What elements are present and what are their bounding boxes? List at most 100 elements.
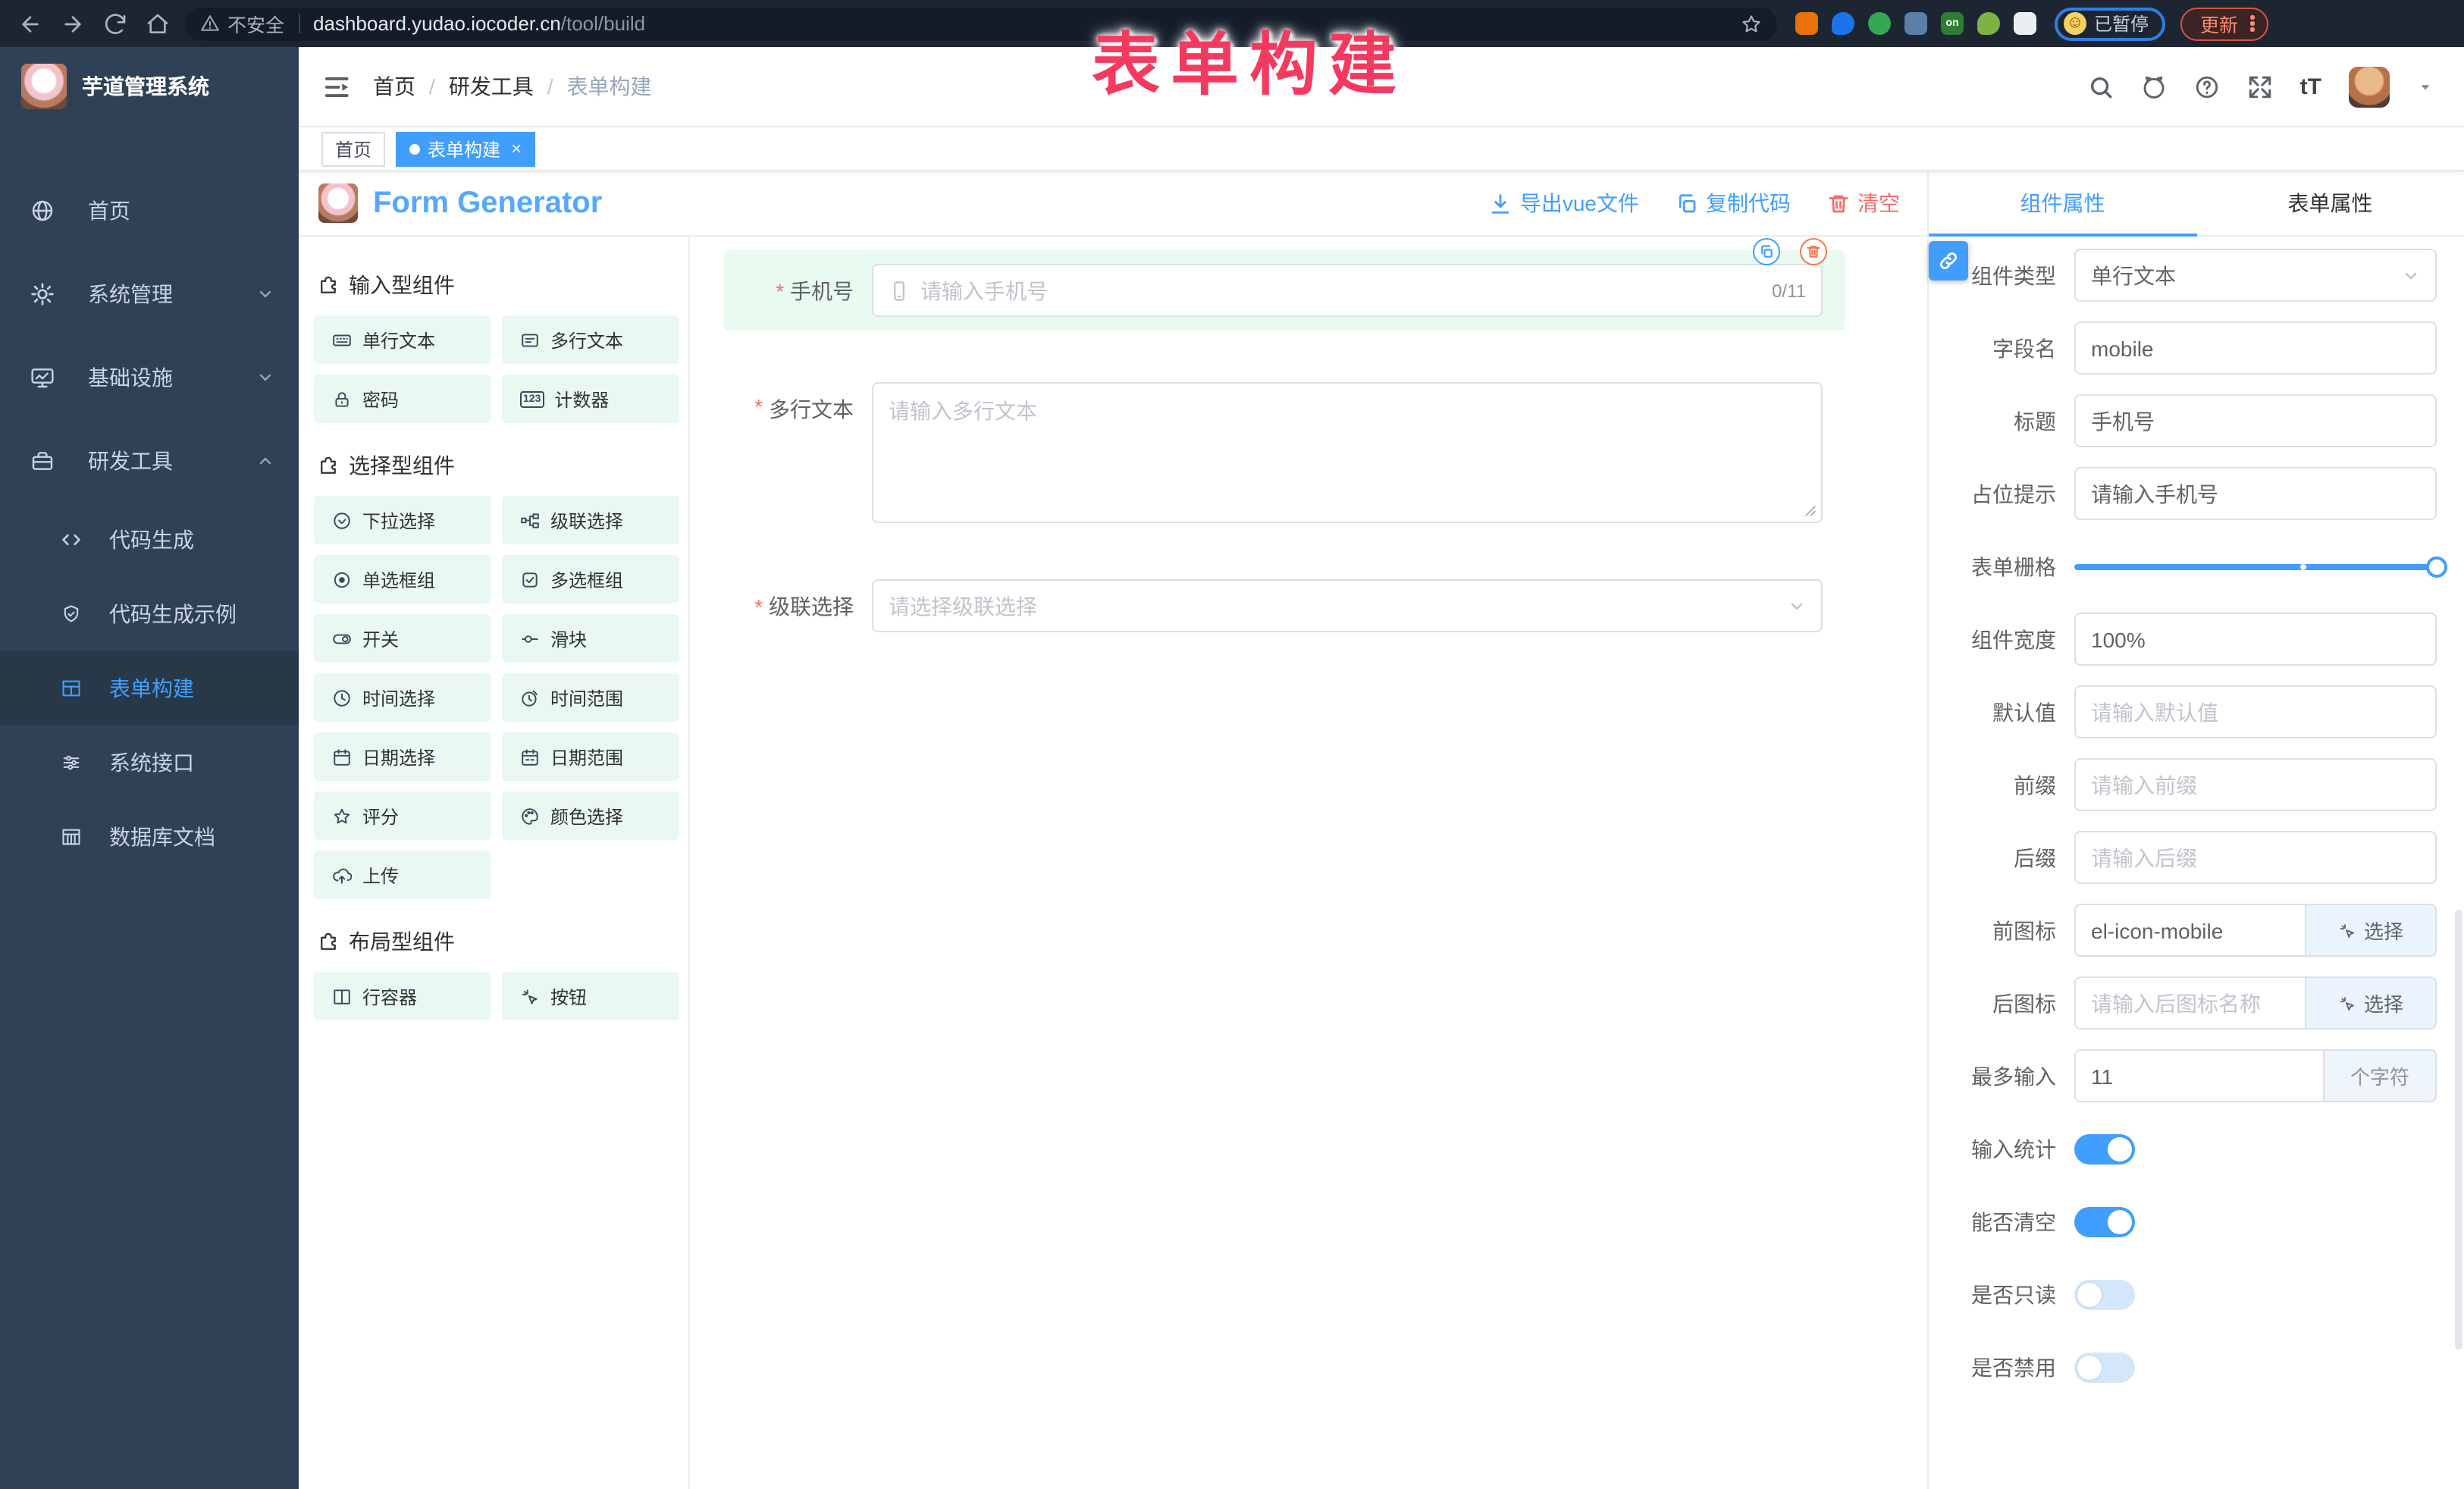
tag-active[interactable]: 表单构建× <box>396 131 535 166</box>
canvas-field-cascader[interactable]: * 级联选择 请选择级联选择 <box>723 579 1845 632</box>
palette-component-circle-check[interactable]: 下拉选择 <box>314 496 491 544</box>
sidebar-item-1[interactable]: 系统管理 <box>0 252 299 335</box>
leaf-extension-icon[interactable] <box>1977 12 2000 35</box>
palette-component-palette[interactable]: 颜色选择 <box>502 792 679 840</box>
v-extension-icon[interactable] <box>1868 12 1891 35</box>
sidebar-subitem-3[interactable]: 系统接口 <box>0 725 299 799</box>
sidebar-subitem-4[interactable]: 数据库文档 <box>0 799 299 873</box>
prop-input[interactable]: 请输入默认值 <box>2074 685 2437 738</box>
puzzle-extension-icon[interactable] <box>2014 12 2036 35</box>
bookmark-star-icon[interactable] <box>1741 13 1762 34</box>
toggle-off[interactable] <box>2074 1279 2135 1309</box>
copy-field-button[interactable] <box>1753 238 1780 265</box>
prop-label: 默认值 <box>1929 697 2074 727</box>
palette-component-counter[interactable]: 123计数器 <box>502 375 679 423</box>
palette-component-lock[interactable]: 密码 <box>314 375 491 423</box>
sidebar-subitem-2[interactable]: 表单构建 <box>0 650 299 725</box>
prop-input[interactable]: 请输入前缀 <box>2074 758 2437 811</box>
browser-forward-icon[interactable] <box>61 11 85 36</box>
textarea-input[interactable]: 请输入多行文本 <box>872 382 1823 523</box>
drop-extension-icon[interactable] <box>1832 12 1854 35</box>
canvas-field-mobile[interactable]: * 手机号 请输入手机号 0/11 <box>723 250 1845 331</box>
github-icon[interactable] <box>2141 74 2167 99</box>
action-label: 复制代码 <box>1706 188 1791 218</box>
sidebar-subitem-1[interactable]: 代码生成示例 <box>0 576 299 650</box>
icon-select-button[interactable]: 选择 <box>2306 904 2437 957</box>
palette-component-cloud-upload[interactable]: 上传 <box>314 851 491 899</box>
update-button[interactable]: 更新 <box>2180 7 2268 40</box>
slider-handle[interactable] <box>2426 556 2447 577</box>
prop-input[interactable]: 请输入手机号 <box>2074 467 2437 520</box>
prop-label: 能否清空 <box>1929 1206 2074 1237</box>
pointer-icon <box>2338 994 2356 1012</box>
prop-input[interactable]: 手机号 <box>2074 394 2437 447</box>
user-avatar[interactable] <box>2349 66 2390 107</box>
tag-item[interactable]: 首页 <box>321 131 385 166</box>
breadcrumb-item[interactable]: 首页 <box>373 71 415 102</box>
palette-component-calendar[interactable]: 日期选择 <box>314 732 491 781</box>
prop-label: 组件类型 <box>1929 260 2074 290</box>
breadcrumb-item[interactable]: 研发工具 <box>449 71 534 102</box>
browser-home-icon[interactable] <box>146 11 170 36</box>
help-icon[interactable] <box>2194 74 2220 99</box>
toggle-on[interactable] <box>2074 1206 2135 1237</box>
palette-component-calendar-range[interactable]: 日期范围 <box>502 732 679 781</box>
resize-handle-icon[interactable] <box>1804 505 1817 517</box>
prop-input[interactable]: 请输入后图标名称 <box>2074 976 2306 1030</box>
app-logo[interactable]: 芋道管理系统 <box>0 47 299 126</box>
palette-component-star[interactable]: 评分 <box>314 792 491 840</box>
browser-refresh-icon[interactable] <box>103 11 127 36</box>
prop-input[interactable]: 11 <box>2074 1049 2324 1102</box>
search-icon[interactable] <box>2088 74 2114 99</box>
sidebar-item-2[interactable]: 基础设施 <box>0 335 299 418</box>
sidebar-item-3[interactable]: 研发工具 <box>0 418 299 502</box>
font-size-icon[interactable]: tT <box>2300 74 2321 99</box>
prop-input[interactable]: mobile <box>2074 321 2437 375</box>
hamburger-icon[interactable] <box>323 72 352 101</box>
canvas-field-textarea[interactable]: * 多行文本 请输入多行文本 <box>723 382 1845 523</box>
palette-component-switch[interactable]: 开关 <box>314 614 491 663</box>
toggle-off[interactable] <box>2074 1352 2135 1382</box>
split-extension-icon[interactable] <box>1904 12 1927 35</box>
prop-select[interactable]: 单行文本 <box>2074 249 2437 302</box>
palette-component-slider[interactable]: 滑块 <box>502 614 679 663</box>
scrollbar-thumb[interactable] <box>2455 910 2462 1350</box>
refresh-extension-icon[interactable] <box>1795 12 1818 35</box>
keyboard-icon <box>332 330 352 350</box>
toggle-on[interactable] <box>2074 1133 2135 1164</box>
cascader-select[interactable]: 请选择级联选择 <box>872 579 1823 632</box>
on-extension-icon[interactable]: on <box>1941 12 1964 35</box>
prop-input[interactable]: el-icon-mobile <box>2074 904 2306 957</box>
palette-component-columns[interactable]: 行容器 <box>314 972 491 1020</box>
sidebar-item-0[interactable]: 首页 <box>0 168 299 252</box>
palette-component-textarea[interactable]: 多行文本 <box>502 315 679 364</box>
tab-component-props[interactable]: 组件属性 <box>1929 171 2196 235</box>
palette-component-clock[interactable]: 时间选择 <box>314 673 491 722</box>
chevron-down-icon[interactable] <box>2417 78 2434 95</box>
palette-component-cascade[interactable]: 级联选择 <box>502 496 679 544</box>
delete-field-button[interactable] <box>1800 238 1827 265</box>
action-download[interactable]: 导出vue文件 <box>1490 188 1639 218</box>
palette-component-pointer[interactable]: 按钮 <box>502 972 679 1020</box>
form-grid-slider[interactable] <box>2074 563 2437 569</box>
kebab-menu-icon[interactable] <box>2250 16 2254 32</box>
action-copy[interactable]: 复制代码 <box>1676 188 1791 218</box>
browser-back-icon[interactable] <box>18 11 42 36</box>
icon-select-button[interactable]: 选择 <box>2306 976 2437 1030</box>
tag-close-icon[interactable]: × <box>511 139 522 158</box>
palette-component-time-range[interactable]: 时间范围 <box>502 673 679 722</box>
fullscreen-icon[interactable] <box>2247 74 2273 99</box>
prop-input[interactable]: 100% <box>2074 613 2437 666</box>
action-trash[interactable]: 清空 <box>1827 188 1900 218</box>
address-bar[interactable]: 不安全 dashboard.yudao.iocoder.cn /tool/bui… <box>185 7 1777 40</box>
download-icon <box>1490 192 1513 215</box>
palette-component-checkbox[interactable]: 多选框组 <box>502 555 679 603</box>
mobile-input[interactable]: 请输入手机号 0/11 <box>872 264 1823 317</box>
prop-input[interactable]: 请输入后缀 <box>2074 831 2437 884</box>
palette-component-keyboard[interactable]: 单行文本 <box>314 315 491 364</box>
paused-badge[interactable]: ☺ 已暂停 <box>2055 7 2165 40</box>
select-placeholder: 请选择级联选择 <box>889 591 1037 621</box>
tab-form-props[interactable]: 表单属性 <box>2196 171 2464 235</box>
palette-component-radio[interactable]: 单选框组 <box>314 555 491 603</box>
sidebar-subitem-0[interactable]: 代码生成 <box>0 502 299 576</box>
